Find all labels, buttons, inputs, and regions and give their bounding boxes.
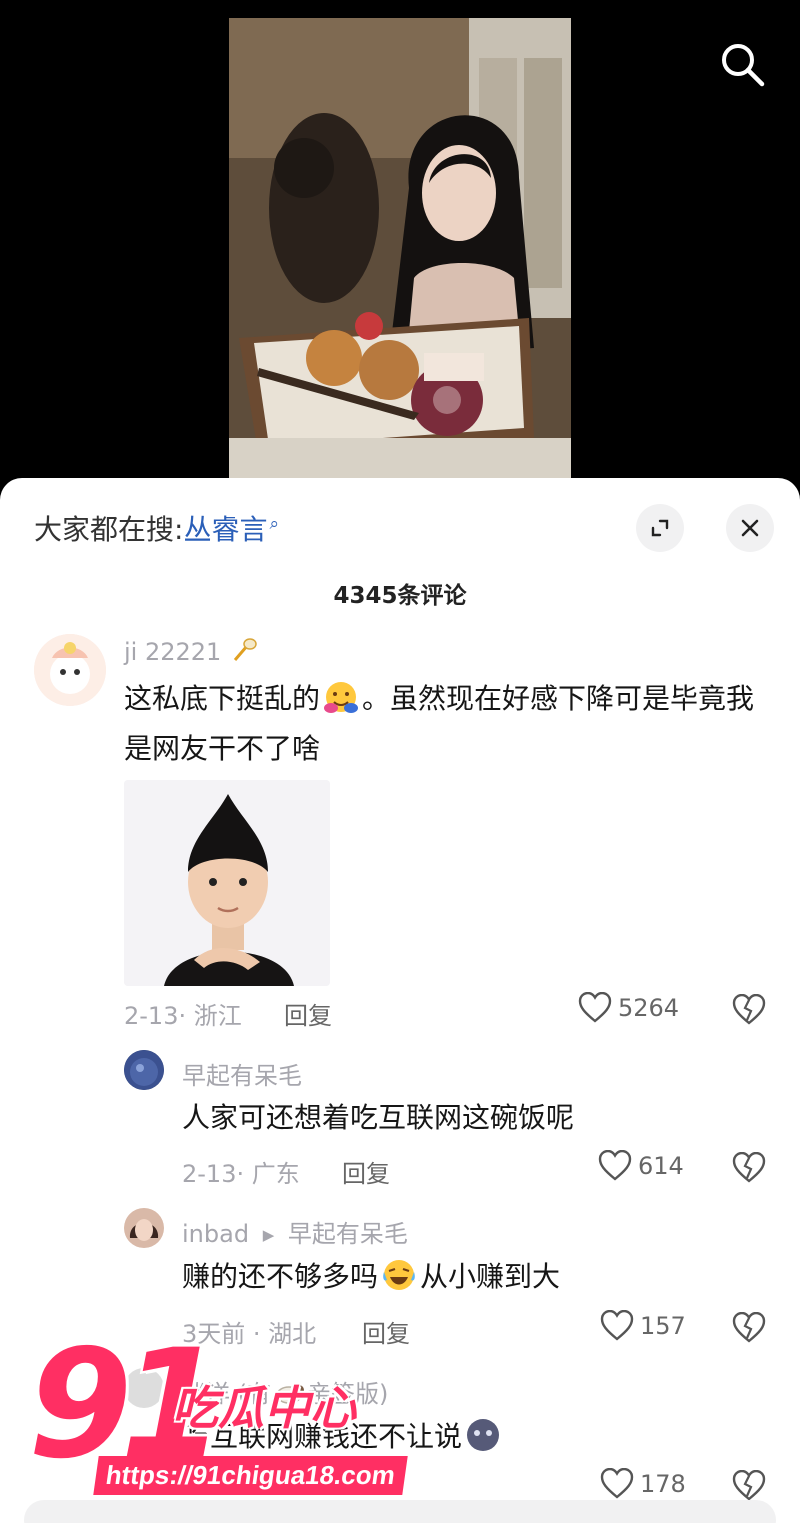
- comment-count: 4345条评论: [333, 583, 467, 609]
- reply-arrow-icon: ▶: [262, 1226, 275, 1244]
- heart-icon: [578, 992, 612, 1023]
- boy-portrait-image: [124, 780, 330, 986]
- trending-search-keyword[interactable]: 丛睿言: [183, 513, 267, 546]
- watermark-logo: 91 吃瓜中心 https://91chigua18.com: [0, 1330, 440, 1510]
- close-icon: [741, 519, 759, 537]
- blueberry-avatar-image: [124, 1050, 164, 1090]
- like-button[interactable]: 5264: [578, 992, 679, 1024]
- watermark-url: https://91chigua18.com: [93, 1456, 408, 1495]
- comment-meta: 2-13· 浙江: [124, 1002, 242, 1030]
- reply-text: 赚的还不够多吗 从小赚到大: [182, 1252, 762, 1302]
- girl-avatar-image: [124, 1208, 164, 1248]
- heart-icon: [598, 1150, 632, 1181]
- broken-heart-icon: [732, 1151, 766, 1183]
- reply-to-username[interactable]: 早起有呆毛: [288, 1220, 408, 1248]
- broken-heart-icon: [732, 1311, 766, 1343]
- trending-search-prefix: 大家都在搜:: [34, 513, 184, 546]
- comment-text: 这私底下挺乱的 。虽然现在好感下降可是毕竟我是网友干不了啥: [124, 674, 764, 774]
- reply-username[interactable]: 早起有呆毛: [182, 1056, 302, 1091]
- expand-button[interactable]: [636, 504, 684, 552]
- heart-icon: [600, 1468, 634, 1499]
- heart-icon: [600, 1310, 634, 1341]
- like-count: 614: [638, 1152, 684, 1180]
- reply-avatar[interactable]: [124, 1208, 164, 1248]
- dislike-button[interactable]: [732, 993, 766, 1030]
- reply-meta: 2-13· 广东: [182, 1160, 300, 1188]
- broken-heart-icon: [732, 1469, 766, 1501]
- dislike-button[interactable]: [732, 1311, 766, 1348]
- expand-icon: [651, 519, 669, 537]
- reply-text: 人家可还想着吃互联网这碗饭呢: [182, 1101, 575, 1134]
- comment-username[interactable]: ji 22221: [124, 636, 259, 666]
- video-scene-image: [229, 18, 571, 478]
- badge-icon: [233, 638, 257, 661]
- dislike-button[interactable]: [732, 1151, 766, 1188]
- like-button[interactable]: 157: [600, 1310, 686, 1342]
- video-frame[interactable]: [229, 18, 571, 478]
- trending-search-bar: 大家都在搜:丛睿言 ⌕: [34, 508, 279, 548]
- reply-button[interactable]: 回复: [284, 996, 332, 1031]
- comment-image[interactable]: [124, 780, 330, 986]
- like-count: 157: [640, 1312, 686, 1340]
- small-search-icon: ⌕: [269, 513, 279, 534]
- broken-heart-icon: [732, 993, 766, 1025]
- reply-avatar[interactable]: [124, 1050, 164, 1090]
- reply-button[interactable]: 回复: [342, 1154, 390, 1189]
- like-button[interactable]: 178: [600, 1468, 686, 1500]
- video-player[interactable]: [0, 0, 800, 500]
- reply-username[interactable]: inbad ▶ 早起有呆毛: [182, 1214, 408, 1249]
- search-button[interactable]: [716, 38, 768, 90]
- like-count: 5264: [618, 994, 680, 1022]
- like-count: 178: [640, 1470, 686, 1498]
- avatar[interactable]: [34, 634, 106, 706]
- watermark-name: 吃瓜中心: [172, 1381, 356, 1435]
- cartoon-avatar-image: [34, 634, 106, 706]
- search-icon: [722, 44, 765, 87]
- like-button[interactable]: 614: [598, 1150, 684, 1182]
- hug-emoji-icon: [324, 682, 359, 713]
- close-button[interactable]: [726, 504, 774, 552]
- dark-face-emoji-icon: [467, 1419, 500, 1451]
- crying-laughing-emoji-icon: [383, 1260, 415, 1290]
